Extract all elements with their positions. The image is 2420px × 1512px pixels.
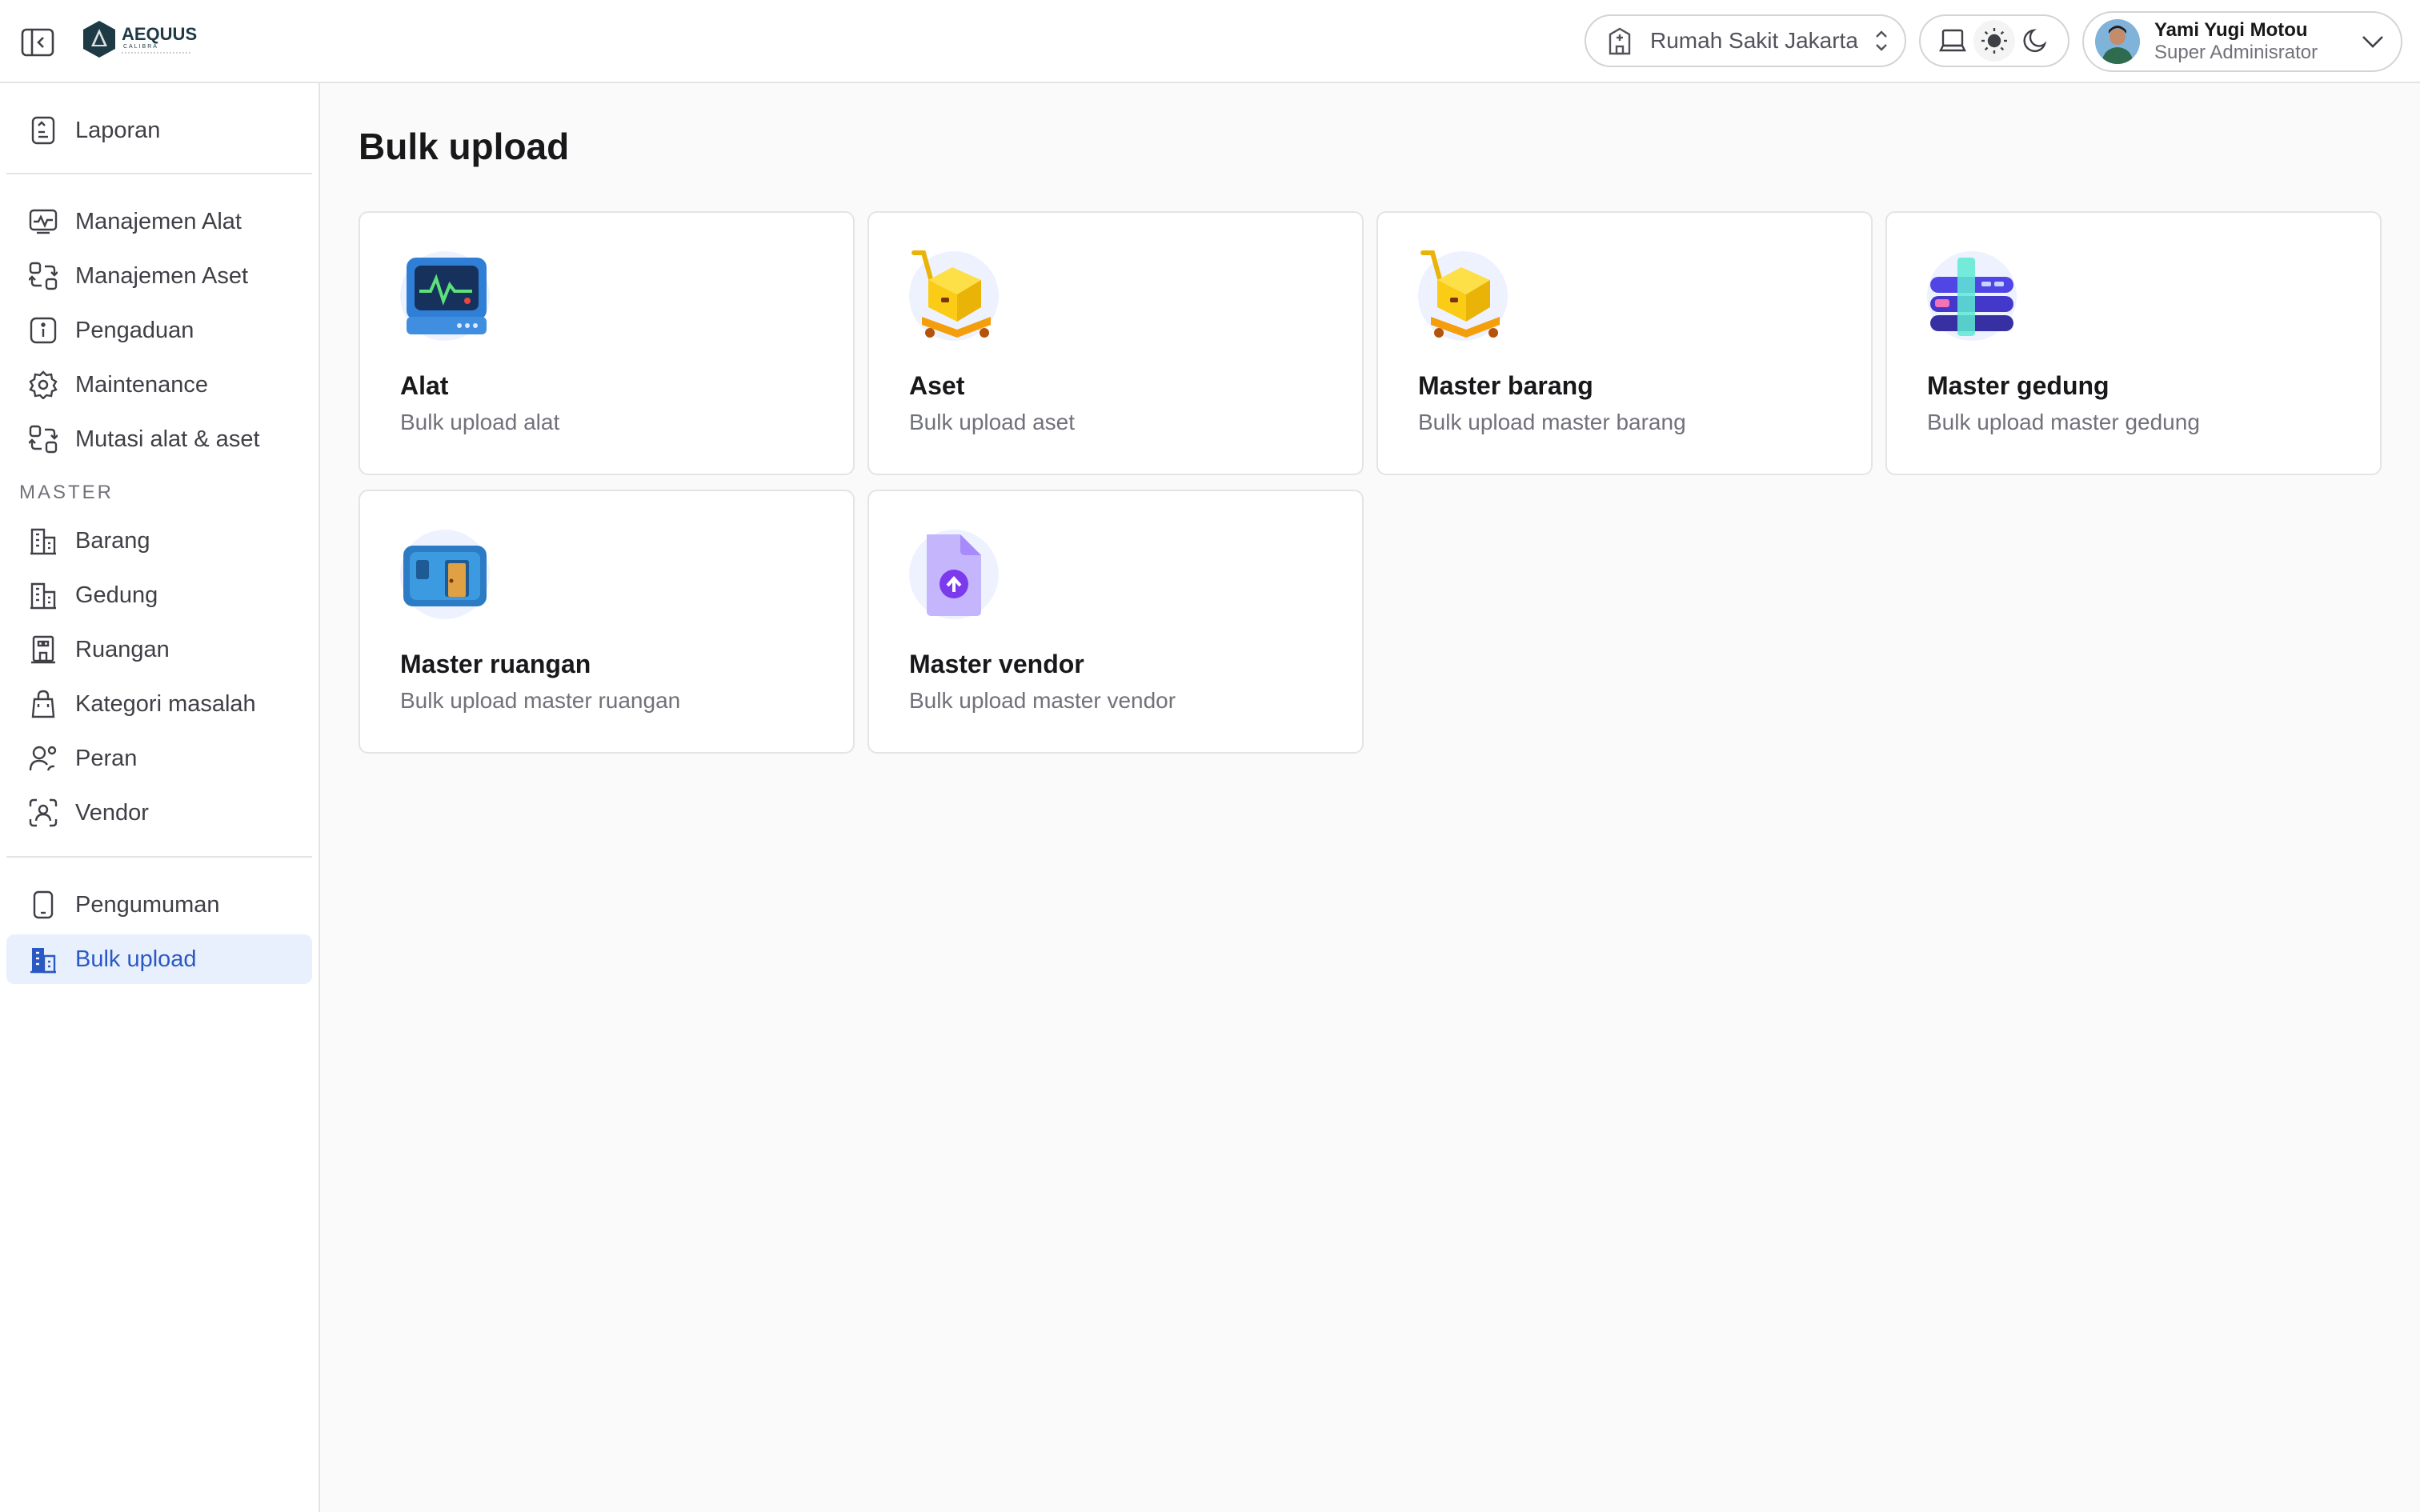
user-name: Yami Yugi Motou <box>2154 18 2308 41</box>
upload-card-description: Bulk upload master barang <box>1418 410 1686 434</box>
theme-system-button[interactable] <box>1932 20 1973 62</box>
sidebar-item-vendor[interactable]: Vendor <box>6 788 312 838</box>
room-illustration-icon <box>400 530 490 619</box>
sidebar-item-label: Barang <box>75 527 150 554</box>
hospital-selector[interactable]: Rumah Sakit Jakarta <box>1585 14 1906 67</box>
upload-card-title: Master gedung <box>1927 371 2109 400</box>
page-title: Bulk upload <box>359 126 570 167</box>
sidebar-item-label: Peran <box>75 745 138 771</box>
gear-icon <box>27 369 59 401</box>
sidebar: Laporan Manajemen Alat Manajemen Aset Pe… <box>0 83 320 1512</box>
theme-dark-button[interactable] <box>2015 20 2057 62</box>
users-icon <box>27 742 59 774</box>
app-logo[interactable]: AEQUUS CALIBRA <box>80 19 208 61</box>
sidebar-item-label: Manajemen Alat <box>75 208 242 234</box>
chevron-down-icon <box>2362 36 2383 48</box>
top-header: AEQUUS CALIBRA Rumah Sakit Jakarta Yami … <box>0 0 2420 83</box>
upload-card-master-ruangan[interactable]: Master ruangan Bulk upload master ruanga… <box>359 490 855 754</box>
bag-icon <box>27 688 59 720</box>
sidebar-item-mutasi[interactable]: Mutasi alat & aset <box>6 414 312 464</box>
monitor-illustration-icon <box>400 251 490 341</box>
sidebar-item-barang[interactable]: Barang <box>6 516 312 566</box>
sidebar-item-label: Pengumuman <box>75 891 220 918</box>
sidebar-item-peran[interactable]: Peran <box>6 734 312 783</box>
upload-card-alat[interactable]: Alat Bulk upload alat <box>359 211 855 475</box>
avatar <box>2095 19 2140 64</box>
sidebar-toggle-button[interactable] <box>18 24 58 61</box>
sidebar-item-label: Bulk upload <box>75 946 197 972</box>
upload-card-description: Bulk upload master vendor <box>909 688 1176 713</box>
logo-sub-text: CALIBRA <box>123 44 158 50</box>
laptop-icon <box>1939 29 1966 52</box>
swap-icon <box>27 423 59 455</box>
hospital-icon <box>1609 27 1631 55</box>
file-upload-illustration-icon <box>909 530 999 619</box>
sidebar-item-label: Ruangan <box>75 636 170 662</box>
sidebar-divider <box>6 173 312 174</box>
sidebar-item-label: Pengaduan <box>75 317 194 343</box>
building-icon <box>27 525 59 557</box>
monitor-icon <box>27 206 59 238</box>
building-icon <box>27 579 59 611</box>
upload-card-title: Master barang <box>1418 371 1593 400</box>
scan-user-icon <box>27 797 59 829</box>
sidebar-item-manajemen-alat[interactable]: Manajemen Alat <box>6 197 312 246</box>
upload-card-description: Bulk upload alat <box>400 410 560 434</box>
chevron-updown-icon <box>1876 30 1887 51</box>
logo-brand-text: AEQUUS <box>122 24 197 44</box>
sidebar-divider <box>6 856 312 858</box>
sidebar-section-master: MASTER <box>19 482 114 503</box>
hospital-selector-label: Rumah Sakit Jakarta <box>1650 28 1858 53</box>
sidebar-item-pengumuman[interactable]: Pengumuman <box>6 880 312 930</box>
cart-box-illustration-icon <box>909 250 999 341</box>
upload-card-description: Bulk upload master ruangan <box>400 688 681 713</box>
upload-card-title: Master ruangan <box>400 650 591 678</box>
panel-left-icon <box>21 28 54 57</box>
sidebar-item-gedung[interactable]: Gedung <box>6 570 312 620</box>
theme-light-button[interactable] <box>1973 20 2015 62</box>
swap-icon <box>27 260 59 292</box>
sidebar-item-manajemen-aset[interactable]: Manajemen Aset <box>6 251 312 301</box>
info-icon <box>27 314 59 346</box>
upload-card-title: Master vendor <box>909 650 1084 678</box>
upload-card-title: Alat <box>400 371 449 400</box>
database-illustration-icon <box>1927 251 2017 341</box>
sidebar-item-bulk-upload[interactable]: Bulk upload <box>6 934 312 984</box>
user-role: Super Adminisrator <box>2154 42 2318 63</box>
upload-card-master-vendor[interactable]: Master vendor Bulk upload master vendor <box>867 490 1364 754</box>
upload-card-description: Bulk upload master gedung <box>1927 410 2200 434</box>
phone-icon <box>27 889 59 921</box>
cart-box-illustration-icon <box>1418 250 1508 341</box>
sidebar-item-ruangan[interactable]: Ruangan <box>6 625 312 674</box>
sidebar-item-label: Maintenance <box>75 371 209 398</box>
room-icon <box>27 634 59 666</box>
sidebar-item-pengaduan[interactable]: Pengaduan <box>6 306 312 355</box>
report-icon <box>27 114 59 146</box>
upload-card-master-gedung[interactable]: Master gedung Bulk upload master gedung <box>1885 211 2382 475</box>
sidebar-item-label: Laporan <box>75 117 161 143</box>
sidebar-item-label: Mutasi alat & aset <box>75 426 260 452</box>
sidebar-item-laporan[interactable]: Laporan <box>6 106 312 155</box>
building-icon <box>27 943 59 975</box>
theme-switcher[interactable] <box>1919 14 2069 67</box>
sidebar-item-label: Kategori masalah <box>75 690 256 717</box>
upload-card-aset[interactable]: Aset Bulk upload aset <box>867 211 1364 475</box>
sidebar-item-label: Manajemen Aset <box>75 262 249 289</box>
sidebar-item-maintenance[interactable]: Maintenance <box>6 360 312 410</box>
user-menu[interactable]: Yami Yugi Motou Super Adminisrator <box>2082 11 2402 72</box>
sidebar-item-label: Vendor <box>75 799 149 826</box>
upload-card-title: Aset <box>909 371 965 400</box>
sun-icon <box>1981 28 2007 54</box>
moon-icon <box>2023 29 2047 53</box>
upload-card-master-barang[interactable]: Master barang Bulk upload master barang <box>1376 211 1873 475</box>
sidebar-item-kategori-masalah[interactable]: Kategori masalah <box>6 679 312 729</box>
upload-card-description: Bulk upload aset <box>909 410 1076 434</box>
sidebar-item-label: Gedung <box>75 582 158 608</box>
